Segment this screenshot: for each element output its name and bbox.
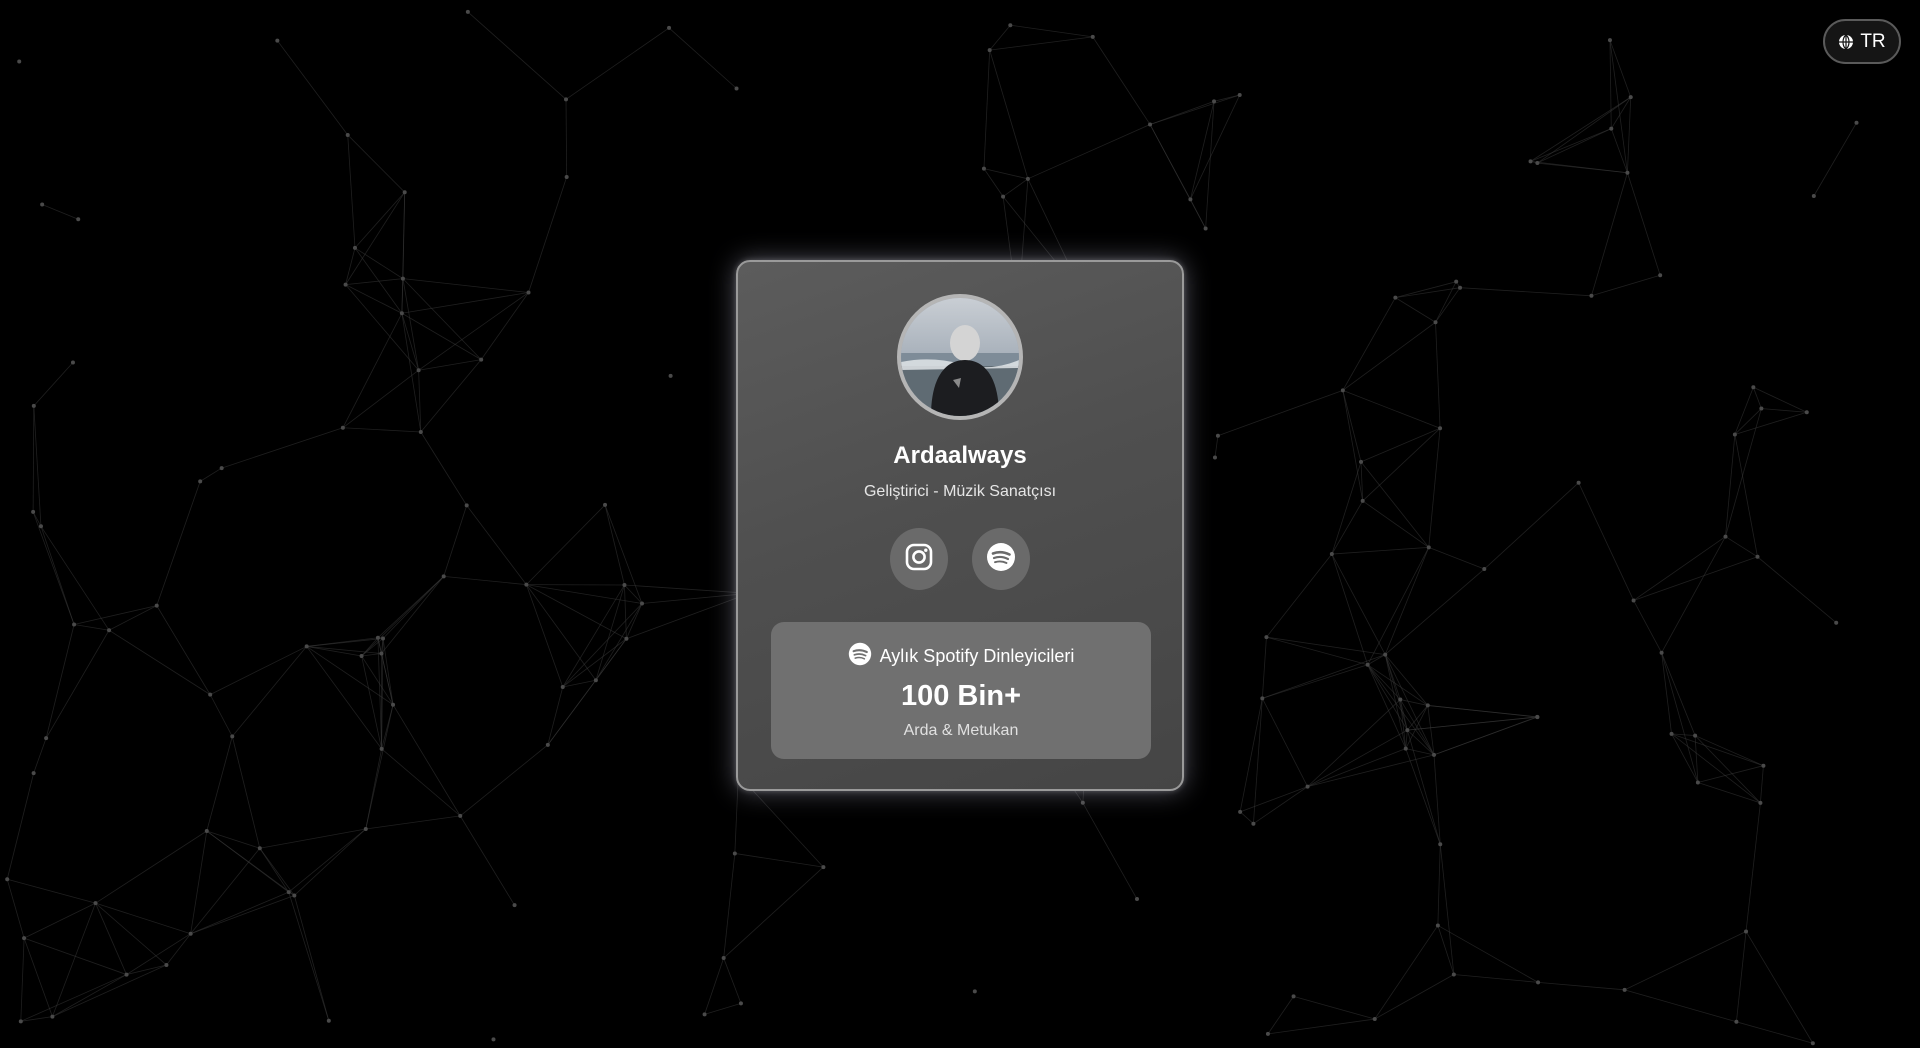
spotify-icon [986,542,1016,577]
instagram-button[interactable] [890,528,948,590]
language-toggle-button[interactable]: TR [1823,19,1901,64]
globe-icon [1838,34,1854,50]
social-links [738,528,1182,590]
instagram-icon [905,543,933,576]
profile-card: Ardaalways Geliştirici - Müzik Sanatçısı [736,260,1184,791]
avatar [897,294,1023,420]
stats-heading-row: Aylık Spotify Dinleyicileri [771,642,1151,671]
stats-heading: Aylık Spotify Dinleyicileri [879,646,1075,666]
spotify-icon [848,642,872,671]
monthly-listeners-value: 100 Bin+ [900,680,1022,712]
spotify-button[interactable] [972,528,1030,590]
stats-artists: Arda & Metukan [903,722,1019,739]
profile-subtitle: Geliştirici - Müzik Sanatçısı [863,483,1057,500]
language-label: TR [1860,30,1886,52]
spotify-stats-panel: Aylık Spotify Dinleyicileri 100 Bin+ Ard… [771,622,1151,759]
profile-name: Ardaalways [893,442,1027,469]
